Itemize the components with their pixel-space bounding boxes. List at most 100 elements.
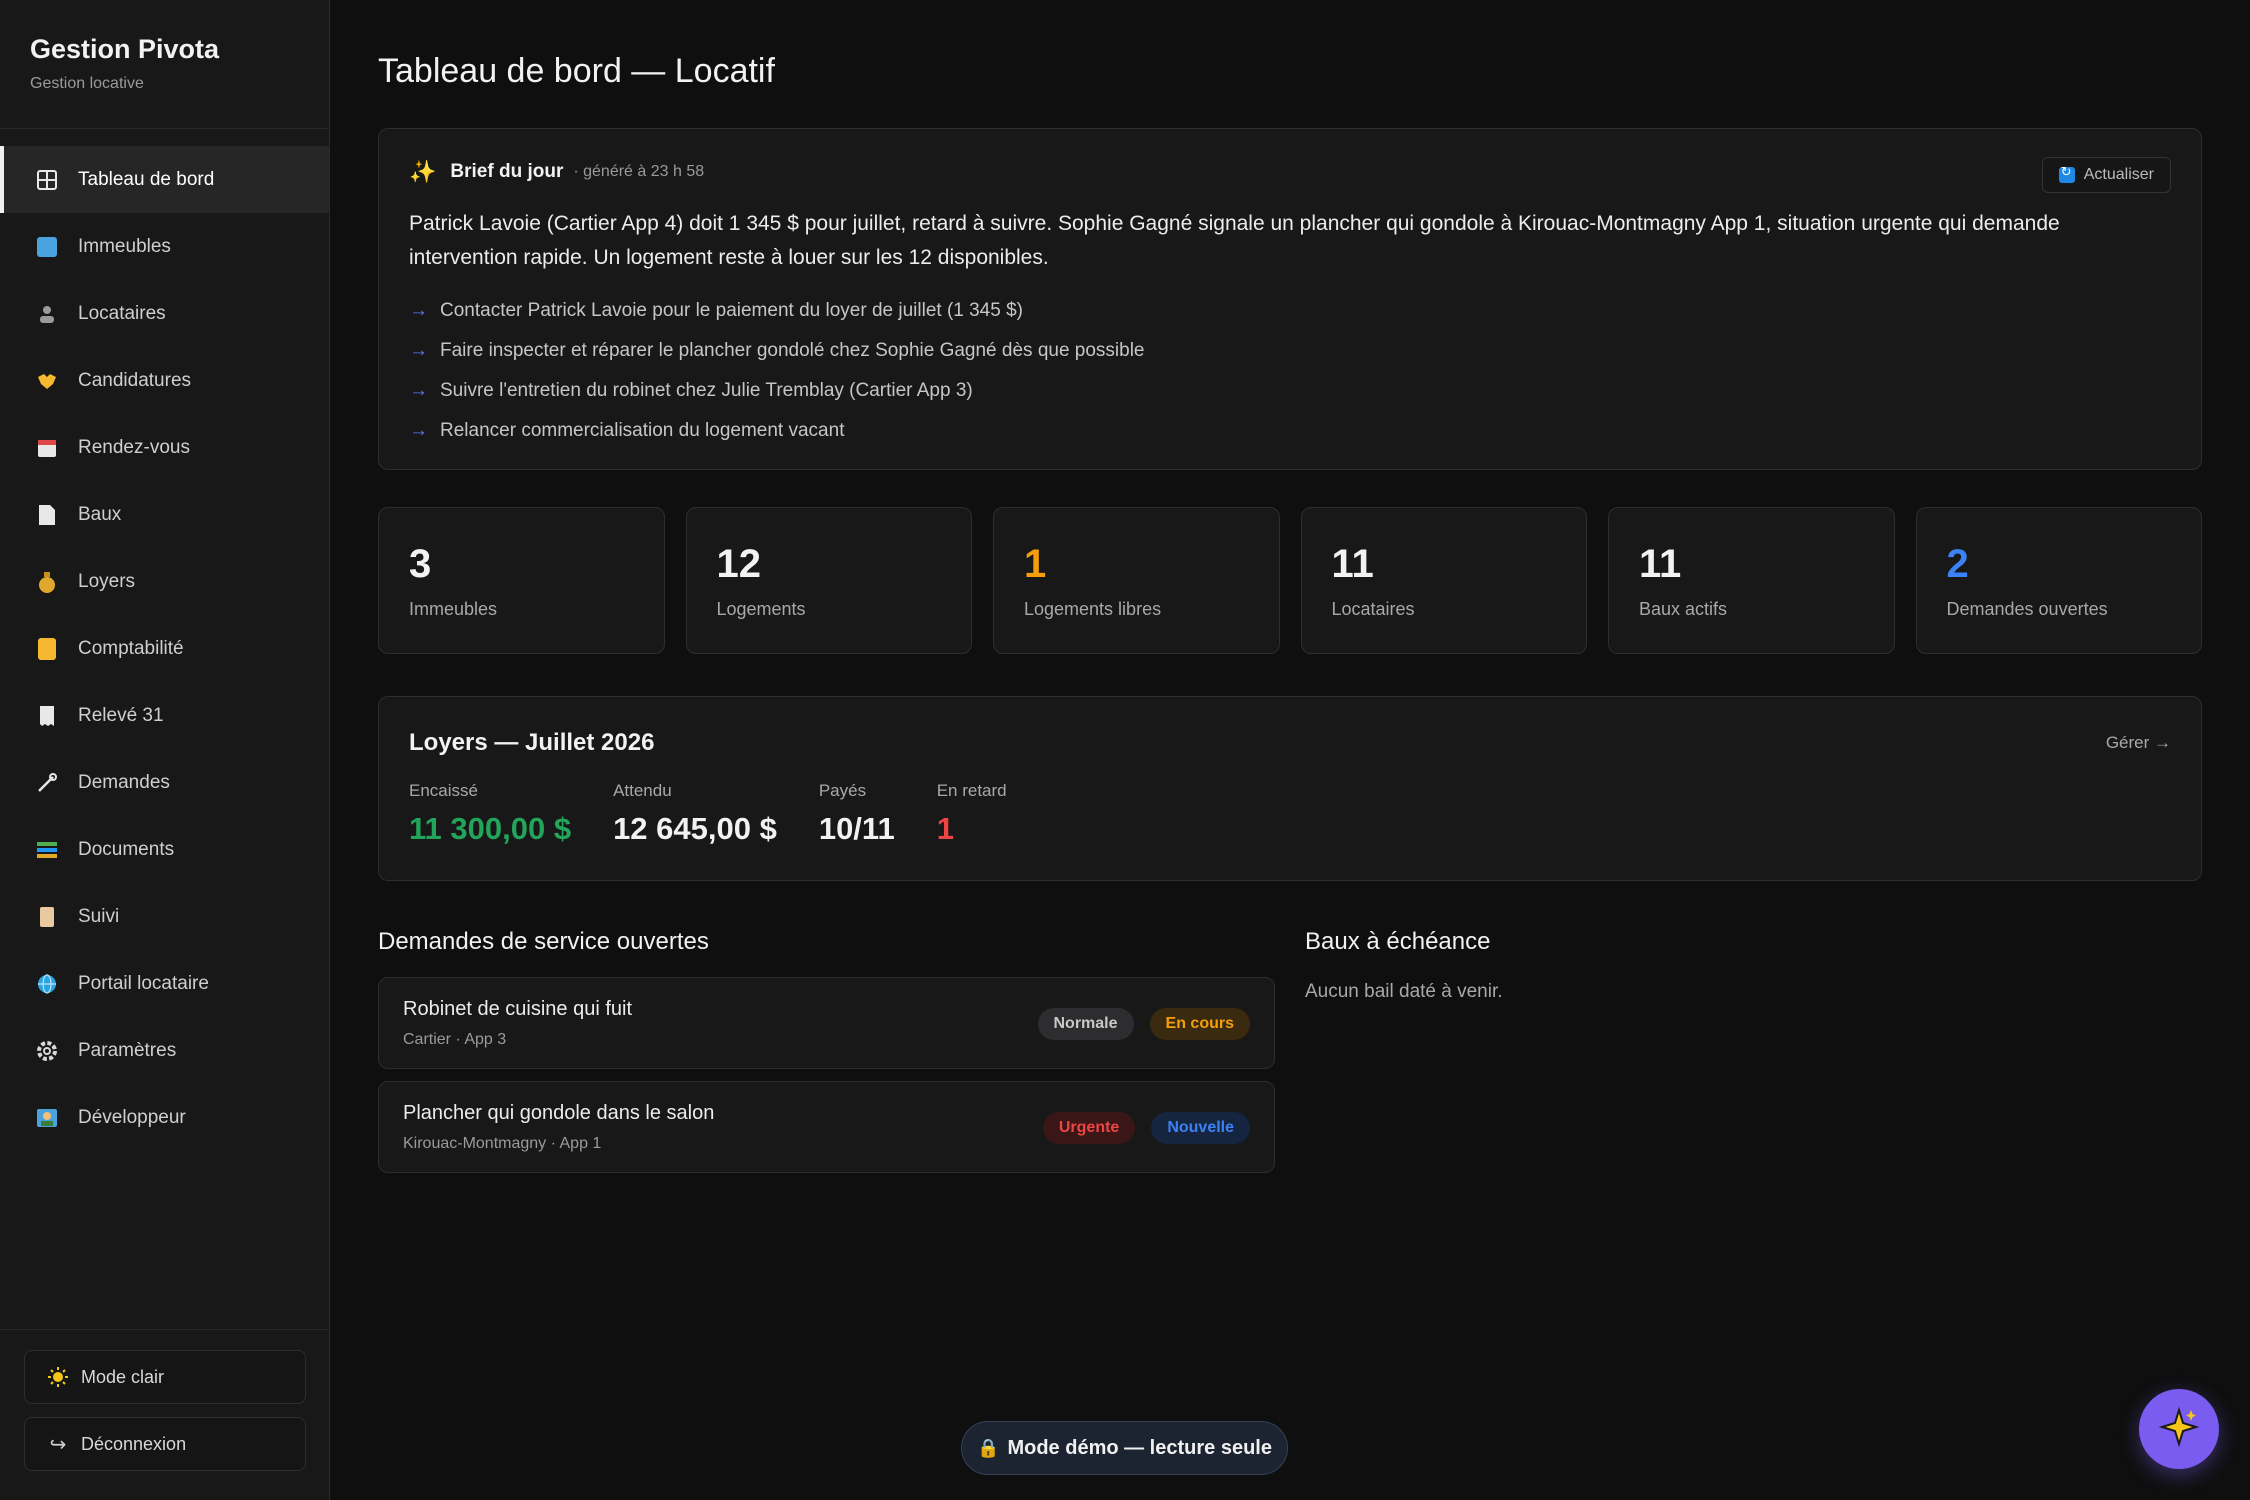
rent-expected-value: 12 645,00 $ <box>613 811 777 846</box>
building-icon <box>34 234 60 260</box>
rent-paid-label: Payés <box>818 781 867 800</box>
sidebar-item-followup[interactable]: Suivi <box>0 883 329 950</box>
request-row[interactable]: Robinet de cuisine qui fuit Cartier · Ap… <box>378 977 1275 1069</box>
sidebar-item-developer[interactable]: Développeur <box>0 1084 329 1151</box>
sidebar-item-label: Tableau de bord <box>78 168 215 190</box>
sun-icon <box>47 1364 69 1390</box>
status-badge: En cours <box>1149 1008 1250 1040</box>
daily-brief-card: ✨ Brief du jour · généré à 23 h 58 Actua… <box>378 128 2202 470</box>
stat-card-vacant-units[interactable]: 1 Logements libres <box>993 507 1280 654</box>
status-badge: Nouvelle <box>1151 1112 1250 1144</box>
sidebar-item-settings[interactable]: Paramètres <box>0 1017 329 1084</box>
open-requests-title: Demandes de service ouvertes <box>378 928 709 955</box>
rent-late: En retard 1 <box>937 781 1007 847</box>
refresh-button[interactable]: Actualiser <box>2041 157 2171 193</box>
stat-value: 12 <box>716 542 762 586</box>
stat-card-tenants[interactable]: 11 Locataires <box>1300 507 1587 654</box>
light-mode-button[interactable]: Mode clair <box>24 1350 306 1404</box>
brief-generated-time: · généré à 23 h 58 <box>573 163 705 180</box>
rent-paid: Payés 10/11 <box>819 781 895 847</box>
brand-subtitle: Gestion locative <box>30 75 144 92</box>
request-badges: Urgente Nouvelle <box>1042 1112 1250 1144</box>
sidebar-item-label: Développeur <box>78 1106 186 1128</box>
sidebar-item-leases[interactable]: Baux <box>0 481 329 548</box>
stat-label: Demandes ouvertes <box>1946 599 2108 619</box>
rent-late-value: 1 <box>936 811 954 846</box>
stat-card-buildings[interactable]: 3 Immeubles <box>378 507 665 654</box>
brand: Gestion Pivota Gestion locative <box>0 0 329 129</box>
sidebar-item-label: Loyers <box>78 570 136 592</box>
sidebar-item-tenant-portal[interactable]: Portail locataire <box>0 950 329 1017</box>
manage-rents-link[interactable]: Gérer → <box>2106 733 2171 753</box>
ai-assistant-button[interactable] <box>2139 1389 2219 1469</box>
sidebar-item-requests[interactable]: Demandes <box>0 749 329 816</box>
priority-badge: Normale <box>1037 1008 1134 1040</box>
rent-expected: Attendu 12 645,00 $ <box>613 781 777 847</box>
brief-action-text: Relancer commercialisation du logement v… <box>440 420 845 441</box>
lock-icon: 🔒 <box>977 1437 1000 1458</box>
sidebar-item-label: Demandes <box>78 771 170 793</box>
brief-title: Brief du jour <box>450 161 564 182</box>
sparkle-icon: ✨ <box>409 159 437 184</box>
sidebar-item-rents[interactable]: Loyers <box>0 548 329 615</box>
rent-title: Loyers — Juillet 2026 <box>409 729 655 756</box>
arrow-right-icon: → <box>409 300 428 321</box>
refresh-label: Actualiser <box>2083 166 2154 183</box>
calendar-icon <box>34 435 60 461</box>
dashboard-icon <box>34 167 60 193</box>
page-title: Tableau de bord — Locatif <box>378 52 775 90</box>
handshake-icon <box>34 368 60 394</box>
stat-card-open-requests[interactable]: 2 Demandes ouvertes <box>1915 507 2202 654</box>
sidebar-item-statement[interactable]: Relevé 31 <box>0 682 329 749</box>
sidebar-item-label: Candidatures <box>78 369 192 391</box>
stat-label: Locataires <box>1331 599 1415 619</box>
receipt-icon <box>34 703 60 729</box>
sidebar-item-label: Locataires <box>78 302 166 324</box>
logout-icon: ↪ <box>49 1433 67 1456</box>
light-mode-label: Mode clair <box>81 1366 165 1387</box>
sidebar-item-documents[interactable]: Documents <box>0 816 329 883</box>
expiring-leases-empty: Aucun bail daté à venir. <box>1305 981 1503 1002</box>
sidebar-item-appointments[interactable]: Rendez-vous <box>0 414 329 481</box>
request-badges: Normale En cours <box>1037 1008 1250 1040</box>
stat-label: Baux actifs <box>1639 599 1728 619</box>
sidebar-bottom: Mode clair ↪ Déconnexion <box>0 1329 330 1500</box>
request-row[interactable]: Plancher qui gondole dans le salon Kirou… <box>378 1081 1275 1173</box>
sidebar-item-label: Documents <box>78 838 175 860</box>
arrow-right-icon: → <box>409 420 428 441</box>
sidebar-item-tenants[interactable]: Locataires <box>0 280 329 347</box>
sidebar-item-label: Baux <box>78 503 122 525</box>
stat-card-units[interactable]: 12 Logements <box>685 507 972 654</box>
brief-action-text: Faire inspecter et réparer le plancher g… <box>440 340 1145 361</box>
stat-value: 3 <box>409 542 432 586</box>
brief-action-item: → Faire inspecter et réparer le plancher … <box>409 331 2171 371</box>
rent-late-label: En retard <box>936 781 1007 800</box>
sidebar-nav: Tableau de bord Immeubles Locataires Can… <box>0 146 329 1151</box>
sidebar-item-label: Relevé 31 <box>78 704 164 726</box>
documents-icon <box>34 837 60 863</box>
stats-row: 3 Immeubles 12 Logements 1 Logements lib… <box>378 507 2202 654</box>
demo-mode-banner: 🔒 Mode démo — lecture seule <box>961 1421 1288 1475</box>
brief-action-text: Suivre l'entretien du robinet chez Julie… <box>440 380 973 401</box>
brief-action-item: → Contacter Patrick Lavoie pour le paieme… <box>409 291 2171 331</box>
sidebar-item-buildings[interactable]: Immeubles <box>0 213 329 280</box>
stat-card-active-leases[interactable]: 11 Baux actifs <box>1608 507 1895 654</box>
logout-label: Déconnexion <box>81 1433 187 1454</box>
sidebar-item-accounting[interactable]: Comptabilité <box>0 615 329 682</box>
priority-badge: Urgente <box>1042 1112 1136 1144</box>
sidebar-item-label: Comptabilité <box>78 637 184 659</box>
sidebar-item-label: Portail locataire <box>78 972 209 994</box>
stat-label: Logements libres <box>1024 599 1162 619</box>
arrow-right-icon: → <box>409 340 428 361</box>
logout-button[interactable]: ↪ Déconnexion <box>24 1417 306 1471</box>
moneybag-icon <box>34 569 60 595</box>
sidebar: Gestion Pivota Gestion locative Tableau … <box>0 0 330 1500</box>
developer-icon <box>34 1105 60 1131</box>
brief-action-item: → Relancer commercialisation du logement … <box>409 411 2171 451</box>
sidebar-item-dashboard[interactable]: Tableau de bord <box>0 146 329 213</box>
wrench-icon <box>34 770 60 796</box>
stat-label: Logements <box>716 599 806 619</box>
rent-paid-value: 10/11 <box>818 811 895 846</box>
sidebar-item-applications[interactable]: Candidatures <box>0 347 329 414</box>
sidebar-item-label: Paramètres <box>78 1039 177 1061</box>
